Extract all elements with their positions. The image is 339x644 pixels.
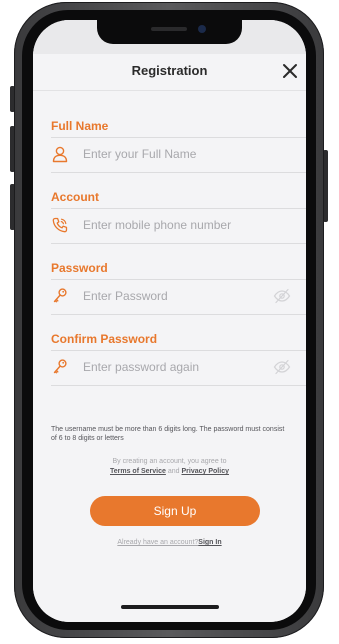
full-name-label: Full Name (51, 119, 109, 133)
sign-in-question: Already have an account? (117, 539, 199, 546)
full-name-input[interactable] (83, 144, 273, 164)
screen: Registration Full Name Account (33, 20, 306, 622)
speaker-grille (151, 27, 187, 31)
divider (51, 385, 306, 386)
password-input[interactable] (83, 286, 273, 306)
front-camera (198, 25, 206, 33)
account-field (51, 210, 306, 240)
confirm-password-field (51, 352, 306, 382)
sign-up-button[interactable]: Sign Up (90, 496, 260, 526)
divider (51, 314, 306, 315)
terms-agreement: By creating an account, you agree to Ter… (33, 457, 306, 477)
password-rules-hint: The username must be more than 6 digits … (51, 426, 285, 442)
eye-slash-icon[interactable] (273, 288, 291, 304)
divider (51, 208, 306, 209)
privacy-policy-link[interactable]: Privacy Policy (182, 468, 229, 475)
notch (97, 20, 242, 44)
divider (51, 137, 306, 138)
agreement-prefix: By creating an account, you agree to (112, 458, 227, 465)
password-field (51, 281, 306, 311)
page-title: Registration (131, 63, 208, 78)
confirm-password-label: Confirm Password (51, 332, 158, 346)
sign-in-link[interactable]: Sign In (198, 539, 221, 546)
eye-slash-icon[interactable] (273, 359, 291, 375)
divider (51, 350, 306, 351)
sign-in-prompt: Already have an account?Sign In (33, 539, 306, 546)
agreement-links: Terms of Service and Privacy Policy (33, 467, 306, 477)
full-name-field (51, 139, 306, 169)
divider (51, 172, 306, 173)
agreement-conjunction: and (167, 468, 180, 475)
home-indicator[interactable] (121, 605, 219, 609)
divider (51, 279, 306, 280)
close-button[interactable] (280, 61, 300, 81)
terms-of-service-link[interactable]: Terms of Service (110, 468, 166, 475)
key-icon (53, 359, 67, 374)
close-icon (283, 64, 297, 78)
phone-icon (52, 217, 68, 233)
navigation-bar: Registration (33, 54, 306, 91)
user-icon (52, 146, 68, 163)
account-input[interactable] (83, 215, 273, 235)
key-icon (53, 288, 67, 303)
phone-mockup: Registration Full Name Account (0, 0, 339, 644)
account-label: Account (51, 190, 99, 204)
registration-form: Full Name Account (33, 91, 306, 622)
confirm-password-input[interactable] (83, 357, 273, 377)
divider (51, 243, 306, 244)
password-label: Password (51, 261, 108, 275)
